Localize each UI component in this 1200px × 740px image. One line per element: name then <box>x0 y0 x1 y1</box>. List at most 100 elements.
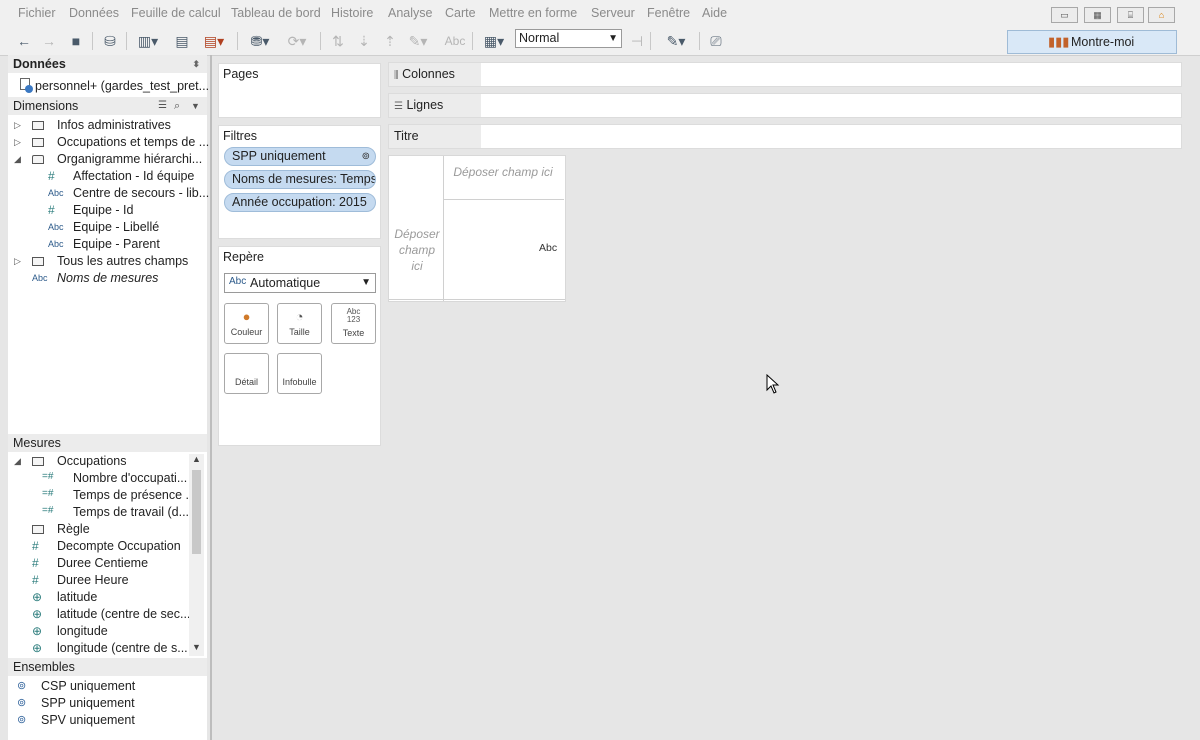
swap-icon[interactable]: ⇅ <box>328 31 348 51</box>
set-icon: ⊚ <box>361 151 370 162</box>
clear-sheet-icon[interactable]: ▤▾ <box>198 31 230 51</box>
scrollbar-thumb[interactable] <box>192 470 201 554</box>
menu-feuille[interactable]: Feuille de calcul <box>131 6 221 20</box>
set-item[interactable]: ⊚ SPP uniquement <box>8 695 204 712</box>
chevron-down-icon[interactable]: ▼ <box>192 642 201 652</box>
undo-icon[interactable]: ← <box>14 31 34 51</box>
expand-icon[interactable]: ▷ <box>14 137 21 148</box>
presentation-mode-icon[interactable]: ▭ <box>1051 7 1078 23</box>
tree-item[interactable]: ⊕ latitude (centre de sec... <box>8 606 190 623</box>
toolbar-separator <box>92 32 93 50</box>
tree-item[interactable]: # Duree Centieme <box>8 555 186 572</box>
title-label-text: Titre <box>394 129 419 143</box>
datasource-page-icon[interactable]: ⌸ <box>1117 7 1144 23</box>
menu-donnees[interactable]: Données <box>69 6 119 20</box>
tree-item[interactable]: Abc Equipe - Libellé <box>8 219 186 236</box>
sort-descending-icon[interactable]: ⇡ <box>380 31 400 51</box>
tree-item[interactable]: ▷ Infos administratives <box>8 117 186 134</box>
filter-pill-spp[interactable]: SPP uniquement ⊚ <box>224 147 376 166</box>
title-shelf[interactable]: Titre <box>388 124 1182 149</box>
search-icon[interactable]: ⌕ <box>174 97 180 115</box>
menu-aide[interactable]: Aide <box>702 6 727 20</box>
set-item[interactable]: ⊚ CSP uniquement <box>8 678 204 695</box>
size-button[interactable]: ◔ Taille <box>277 303 322 344</box>
drop-field-rows[interactable]: Déposer champ ici <box>392 226 442 274</box>
tooltip-button[interactable]: Infobulle <box>277 353 322 394</box>
sort-ascending-icon[interactable]: ⇣ <box>354 31 374 51</box>
pane-menu-icon[interactable]: ⬍ <box>192 55 200 73</box>
filters-card[interactable]: Filtres SPP uniquement ⊚ Noms de mesures… <box>218 125 381 239</box>
tree-item[interactable]: Abc Centre de secours - lib... <box>8 185 209 202</box>
chevron-down-icon[interactable]: ▼ <box>191 97 200 115</box>
menu-fichier[interactable]: Fichier <box>18 6 56 20</box>
tree-item[interactable]: ⊕ longitude <box>8 623 186 640</box>
datasource-item[interactable]: personnel+ (gardes_test_pret... <box>18 77 209 95</box>
sheet-sorter-icon[interactable]: ▦ <box>1084 7 1111 23</box>
tree-item[interactable]: ◢ Occupations <box>8 453 186 470</box>
save-icon[interactable]: ■ <box>66 31 86 51</box>
tree-item[interactable]: Règle <box>8 521 186 538</box>
color-button[interactable]: ● Couleur <box>224 303 269 344</box>
show-me-button[interactable]: ▮▮▮ Montre-moi <box>1007 30 1177 54</box>
presentation-icon[interactable]: ⎚ <box>706 31 726 51</box>
menu-serveur[interactable]: Serveur <box>591 6 635 20</box>
tree-item-label: longitude (centre de s... <box>57 641 188 655</box>
pause-updates-icon[interactable]: ⛃▾ <box>245 31 275 51</box>
refresh-icon[interactable]: ⟳▾ <box>282 31 312 51</box>
expand-icon[interactable]: ▷ <box>14 120 21 131</box>
number-icon: # <box>32 556 39 570</box>
fix-axes-icon[interactable]: ⊣ <box>626 31 648 51</box>
pages-card[interactable]: Pages <box>218 63 381 118</box>
measures-scrollbar[interactable]: ▲ ▼ <box>189 454 204 656</box>
tree-item[interactable]: Abc Equipe - Parent <box>8 236 186 253</box>
view-list-icon[interactable]: ☰ <box>158 97 167 115</box>
tree-item[interactable]: # Equipe - Id <box>8 202 186 219</box>
collapse-icon[interactable]: ◢ <box>14 456 21 467</box>
home-icon[interactable]: ⌂ <box>1148 7 1175 23</box>
columns-shelf[interactable]: ⫼ Colonnes <box>388 62 1182 87</box>
tree-item[interactable]: # Duree Heure <box>8 572 186 589</box>
mark-type-select[interactable]: Abc Automatique ▼ <box>224 273 376 293</box>
tree-item[interactable]: ⊕ latitude <box>8 589 186 606</box>
filter-pill-measure-names[interactable]: Noms de mesures: Temps... <box>224 170 376 189</box>
tree-item[interactable]: # Affectation - Id équipe <box>8 168 194 185</box>
tree-item[interactable]: # Decompte Occupation <box>8 538 186 555</box>
menu-mettre-en-forme[interactable]: Mettre en forme <box>489 6 577 20</box>
duplicate-sheet-icon[interactable]: ▤ <box>172 31 192 51</box>
tree-item[interactable]: =# Temps de travail (d... <box>8 504 189 521</box>
tree-item[interactable]: ▷ Tous les autres champs <box>8 253 188 270</box>
tree-item[interactable]: ⊕ longitude (centre de s... <box>8 640 188 657</box>
menu-carte[interactable]: Carte <box>445 6 476 20</box>
tree-item[interactable]: =# Nombre d'occupati... <box>8 470 187 487</box>
tree-item[interactable]: ▷ Occupations et temps de ... <box>8 134 209 151</box>
tree-item[interactable]: =# Temps de présence ... <box>8 487 196 504</box>
drop-field-columns[interactable]: Déposer champ ici <box>453 164 553 180</box>
menu-tableau-de-bord[interactable]: Tableau de bord <box>231 6 321 20</box>
detail-button[interactable]: Détail <box>224 353 269 394</box>
text-button[interactable]: Abc 123 Texte <box>331 303 376 344</box>
menu-analyse[interactable]: Analyse <box>388 6 432 20</box>
rows-shelf[interactable]: ☰ Lignes <box>388 93 1182 118</box>
redo-icon[interactable]: → <box>39 31 59 51</box>
tree-item[interactable]: ◢ Organigramme hiérarchi... <box>8 151 202 168</box>
menu-histoire[interactable]: Histoire <box>331 6 373 20</box>
filter-pill-year[interactable]: Année occupation: 2015 <box>224 193 376 212</box>
new-datasource-icon[interactable]: ⛁ <box>100 31 120 51</box>
show-labels-button[interactable]: Abc <box>441 31 469 51</box>
expand-icon[interactable]: ▷ <box>14 256 21 267</box>
panel-divider[interactable] <box>210 55 212 740</box>
view-canvas[interactable]: Déposer champ ici Déposer champ ici Abc <box>388 155 566 302</box>
menu-fenetre[interactable]: Fenêtre <box>647 6 690 20</box>
tree-item-label: Equipe - Libellé <box>73 220 160 234</box>
tree-item[interactable]: Abc Noms de mesures <box>8 270 186 287</box>
annotate-icon[interactable]: ✎▾ <box>660 31 692 51</box>
new-sheet-icon[interactable]: ▥▾ <box>133 31 163 51</box>
folder-icon <box>32 457 44 466</box>
abc-mark[interactable]: Abc <box>539 242 557 254</box>
collapse-icon[interactable]: ◢ <box>14 154 21 165</box>
highlight-icon[interactable]: ✎▾ <box>404 31 432 51</box>
fit-select[interactable]: Normal ▼ <box>515 29 622 48</box>
chevron-up-icon[interactable]: ▲ <box>192 454 201 464</box>
view-size-icon[interactable]: ▦▾ <box>478 31 510 51</box>
set-item[interactable]: ⊚ SPV uniquement <box>8 712 204 729</box>
